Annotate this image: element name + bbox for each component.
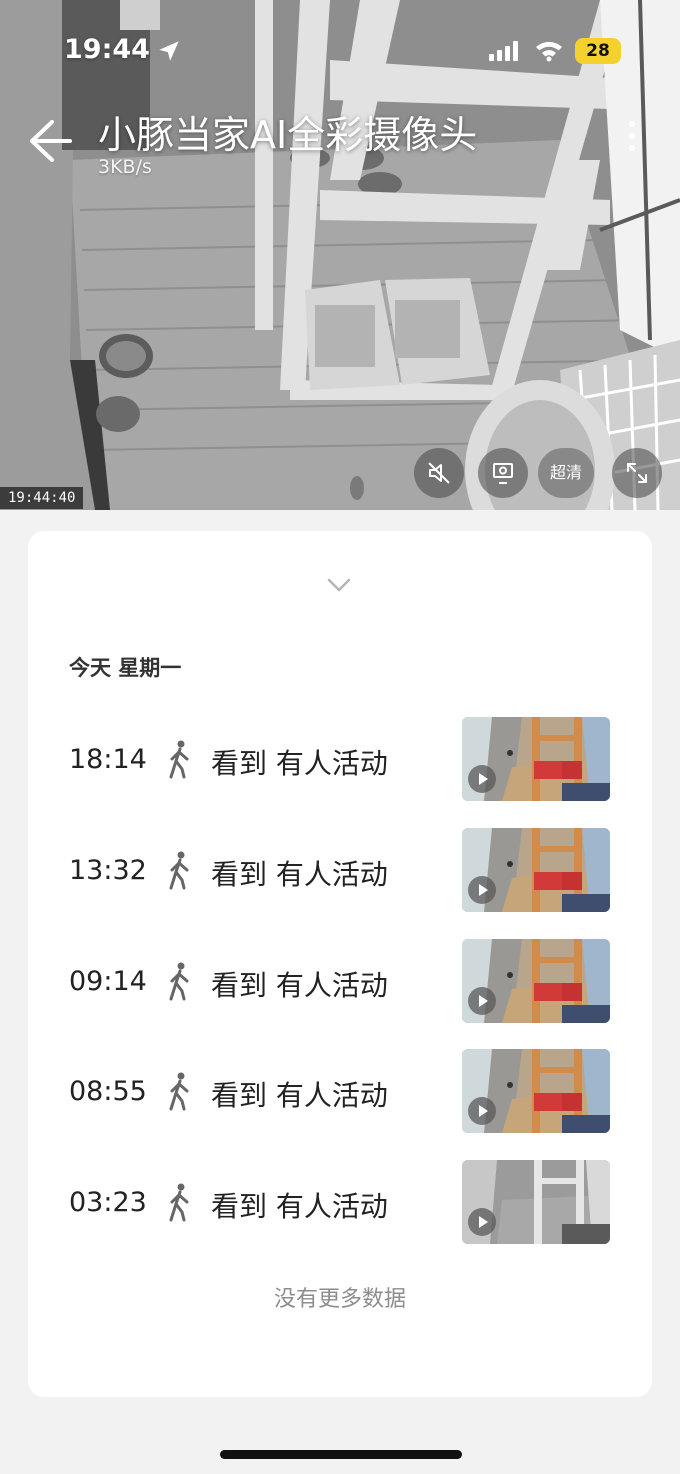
walking-person-icon <box>166 739 192 779</box>
cellular-signal-icon <box>489 41 518 61</box>
event-row[interactable]: 18:14 看到 有人活动 <box>28 717 652 801</box>
play-icon[interactable] <box>468 987 496 1015</box>
event-row[interactable]: 09:14 看到 有人活动 <box>28 939 652 1023</box>
camera-feed[interactable]: 19:44 28 小豚当家AI全彩摄像头 3KB/s 19:44:40 超清 <box>0 0 680 510</box>
camera-title: 小豚当家AI全彩摄像头 <box>98 113 478 157</box>
screenshot-button[interactable] <box>478 448 528 498</box>
quality-selector[interactable]: 超清 <box>538 448 595 498</box>
wifi-icon <box>536 41 562 62</box>
walking-person-icon <box>166 1182 192 1222</box>
walking-person-icon <box>166 1071 192 1111</box>
status-bar: 19:44 28 <box>0 0 680 100</box>
event-description: 看到 有人活动 <box>211 858 388 891</box>
location-arrow-icon <box>159 41 179 61</box>
event-thumbnail[interactable] <box>462 939 610 1023</box>
event-time: 03:23 <box>69 1187 147 1218</box>
fullscreen-button[interactable] <box>612 448 662 498</box>
battery-level: 28 <box>586 41 610 61</box>
event-thumbnail[interactable] <box>462 1160 610 1244</box>
play-icon[interactable] <box>468 765 496 793</box>
play-icon[interactable] <box>468 876 496 904</box>
fullscreen-icon <box>627 463 647 483</box>
screenshot-icon <box>493 463 513 484</box>
event-row[interactable]: 13:32 看到 有人活动 <box>28 828 652 912</box>
event-time: 09:14 <box>69 966 147 997</box>
walking-person-icon <box>166 850 192 890</box>
video-timestamp: 19:44:40 <box>0 487 84 509</box>
event-time: 13:32 <box>69 855 147 886</box>
mute-button[interactable] <box>414 448 464 498</box>
walking-person-icon <box>166 961 192 1001</box>
collapse-chevron-icon[interactable] <box>324 575 354 595</box>
event-thumbnail[interactable] <box>462 828 610 912</box>
battery-icon: 28 <box>575 38 621 64</box>
play-icon[interactable] <box>468 1208 496 1236</box>
event-time: 18:14 <box>69 744 147 775</box>
status-time: 19:44 <box>64 34 150 65</box>
event-description: 看到 有人活动 <box>211 747 388 780</box>
event-description: 看到 有人活动 <box>211 1190 388 1223</box>
mute-icon <box>428 462 450 484</box>
bitrate-label: 3KB/s <box>98 156 152 178</box>
event-list-card: 今天 星期一 18:14 看到 有人活动 13:32 看到 有人活动 09:14… <box>28 531 652 1397</box>
event-description: 看到 有人活动 <box>211 1079 388 1112</box>
event-time: 08:55 <box>69 1076 147 1107</box>
event-row[interactable]: 03:23 看到 有人活动 <box>28 1160 652 1244</box>
play-icon[interactable] <box>468 1097 496 1125</box>
date-header: 今天 星期一 <box>69 656 182 680</box>
back-arrow-icon[interactable] <box>24 116 74 166</box>
more-icon[interactable] <box>620 116 644 156</box>
home-indicator[interactable] <box>220 1450 462 1459</box>
event-row[interactable]: 08:55 看到 有人活动 <box>28 1049 652 1133</box>
no-more-data-label: 没有更多数据 <box>273 1287 406 1312</box>
event-thumbnail[interactable] <box>462 1049 610 1133</box>
event-thumbnail[interactable] <box>462 717 610 801</box>
event-description: 看到 有人活动 <box>211 969 388 1002</box>
